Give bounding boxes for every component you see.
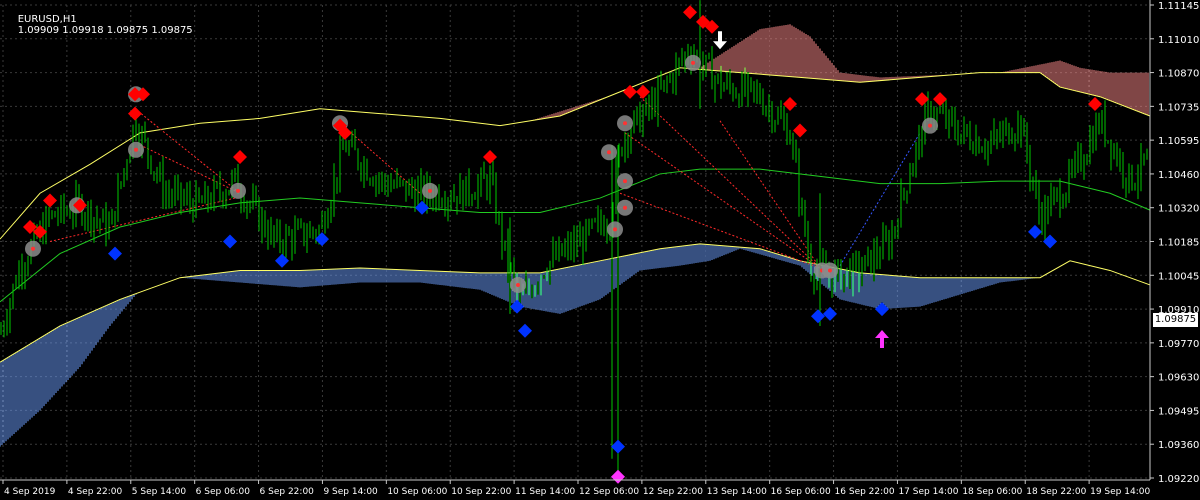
signal-circle-marker [128, 141, 144, 158]
x-tick-label: 4 Sep 2019 [4, 487, 56, 497]
signal-circle-marker [617, 173, 633, 190]
signal-dot [428, 188, 432, 193]
symbol-timeframe: EURUSD,H1 [17, 14, 77, 25]
signal-dot [623, 205, 627, 210]
signal-circle-marker [617, 199, 633, 216]
current-price-label: 1.09875 [1153, 313, 1198, 327]
x-tick-label: 11 Sep 14:00 [515, 487, 575, 497]
y-tick-label: 1.09360 [1158, 440, 1199, 451]
signal-circle-marker [922, 117, 938, 134]
chart-window: 1.11145 1.11010 1.10870 1.10735 1.10595 1.104… [0, 0, 1200, 500]
x-tick-label: 6 Sep 22:00 [260, 487, 315, 497]
y-tick-label: 1.09770 [1158, 339, 1199, 350]
signal-circle-marker [685, 54, 701, 71]
x-tick-label: 4 Sep 22:00 [68, 487, 123, 497]
signal-dot [828, 268, 832, 273]
signal-dot [623, 179, 627, 184]
signal-dot [516, 282, 520, 287]
y-tick-label: 1.11145 [1158, 1, 1199, 12]
signal-circle-marker [617, 115, 633, 132]
signal-circle-marker [822, 262, 838, 279]
chart-canvas[interactable]: 1.11145 1.11010 1.10870 1.10735 1.10595 1.104… [0, 0, 1200, 500]
y-tick-label: 1.10735 [1158, 102, 1199, 113]
signal-circle-marker [607, 221, 623, 238]
x-tick-label: 13 Sep 14:00 [707, 487, 767, 497]
x-tick-label: 9 Sep 14:00 [323, 487, 378, 497]
signal-dot [623, 121, 627, 126]
signal-dot [691, 60, 695, 65]
signal-dot [928, 123, 932, 128]
x-tick-label: 18 Sep 06:00 [962, 487, 1022, 497]
y-tick-label: 1.10460 [1158, 170, 1199, 181]
signal-circle-marker [422, 182, 438, 199]
y-tick-label: 1.11010 [1158, 35, 1199, 46]
x-tick-label: 12 Sep 22:00 [643, 487, 703, 497]
x-tick-label: 12 Sep 06:00 [579, 487, 639, 497]
x-tick-label: 16 Sep 06:00 [771, 487, 831, 497]
signal-dot [31, 246, 35, 251]
y-tick-label: 1.09630 [1158, 373, 1199, 384]
x-tick-label: 6 Sep 06:00 [196, 487, 251, 497]
symbol-info: EURUSD,H1 1.09909 1.09918 1.09875 1.0987… [5, 3, 193, 47]
x-tick-label: 16 Sep 22:00 [835, 487, 895, 497]
y-tick-label: 1.10870 [1158, 69, 1199, 80]
signal-dot [134, 147, 138, 152]
y-tick-label: 1.09220 [1158, 474, 1199, 485]
signal-circle-marker [230, 182, 246, 199]
y-tick-label: 1.10185 [1158, 238, 1199, 249]
y-tick-label: 1.10045 [1158, 271, 1199, 282]
signal-circle-marker [25, 240, 41, 257]
x-tick-label: 18 Sep 22:00 [1026, 487, 1086, 497]
x-tick-label: 10 Sep 22:00 [451, 487, 511, 497]
signal-circle-marker [510, 276, 526, 293]
ohlc-values: 1.09909 1.09918 1.09875 1.09875 [17, 25, 193, 36]
y-tick-label: 1.09495 [1158, 406, 1199, 417]
y-tick-label: 1.10320 [1158, 204, 1199, 215]
signal-circle-marker [601, 144, 617, 161]
y-tick-label: 1.10595 [1158, 136, 1199, 147]
x-tick-label: 10 Sep 06:00 [387, 487, 447, 497]
x-tick-label: 5 Sep 14:00 [132, 487, 187, 497]
signal-dot [236, 188, 240, 193]
signal-dot [607, 150, 611, 155]
x-tick-label: 17 Sep 14:00 [898, 487, 958, 497]
x-tick-label: 19 Sep 14:00 [1090, 487, 1150, 497]
signal-dot [613, 227, 617, 232]
